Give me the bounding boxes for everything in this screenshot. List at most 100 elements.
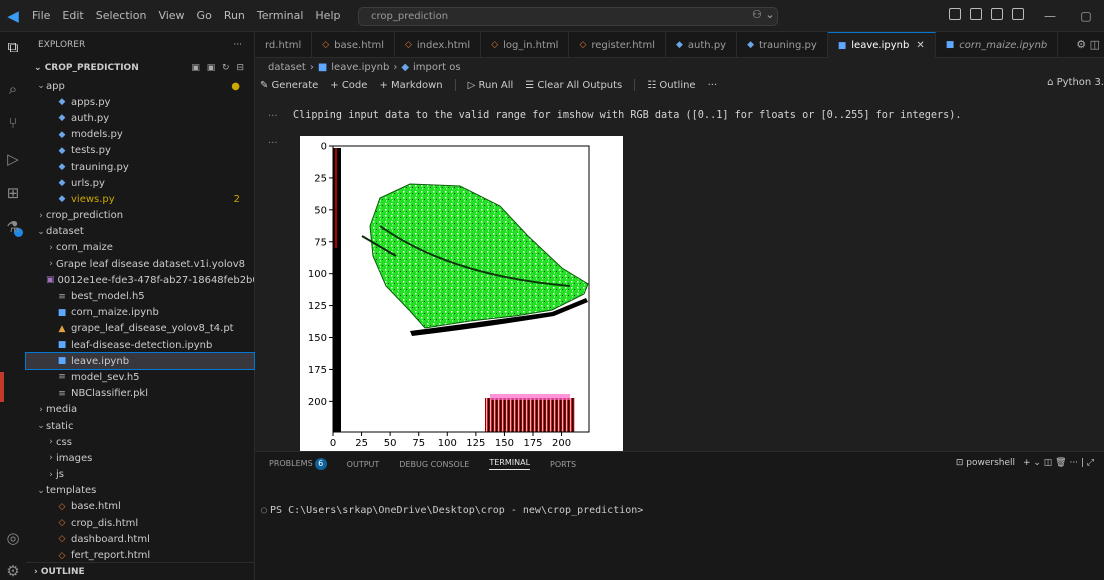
add-code-button[interactable]: + Code [330,80,367,91]
toolbar-more-icon[interactable]: ··· [708,80,718,91]
tab-output[interactable]: OUTPUT [347,460,380,469]
explorer-more-icon[interactable]: ··· [233,40,242,50]
file-tree-item[interactable]: ≡ NBClassifier.pkl [26,386,254,402]
file-tree-item[interactable]: ■ leave.ipynb [25,352,255,371]
file-tree-item[interactable]: ⌄ app ● [26,78,254,94]
editor-tab[interactable]: ◇ base.html [312,32,395,58]
file-tree-item[interactable]: ◇ crop_dis.html [26,515,254,531]
editor-tab[interactable]: ◆ trauning.py [737,32,828,58]
settings-gear-icon[interactable]: ⚙ [4,562,22,580]
menu-selection[interactable]: Selection [90,9,153,22]
clear-outputs-button[interactable]: ☰ Clear All Outputs [525,80,622,91]
extensions-icon[interactable]: ⊞ [4,184,22,202]
python-cell-icon: ◆ [401,61,410,73]
file-tree-label: auth.py [71,112,110,124]
project-section[interactable]: ⌄ CROP_PREDICTION ▣ ▣ ↻ ⊟ [26,58,254,78]
menu-help[interactable]: Help [309,9,346,22]
output-more-icon[interactable]: ··· [268,138,278,149]
file-tree-item[interactable]: ■ corn_maize.ipynb [26,305,254,321]
copilot-icon[interactable]: ⚇ ⌄ [752,8,775,21]
file-tree-item[interactable]: ≡ model_sev.h5 [26,369,254,385]
file-tree-item[interactable]: › media [26,402,254,418]
file-tree-label: static [46,420,74,432]
file-tree-item[interactable]: ⌄ templates [26,483,254,499]
breadcrumb-cell[interactable]: import os [413,62,461,73]
file-tree-item[interactable]: › crop_prediction [26,208,254,224]
generate-button[interactable]: ✎ Generate [260,80,318,91]
toggle-secondary-sidebar-icon[interactable] [1012,8,1024,20]
file-tree-item[interactable]: › css [26,434,254,450]
outline-button[interactable]: ☷ Outline [647,80,695,91]
toggle-panel-icon[interactable] [991,8,1003,20]
file-tree-item[interactable]: ◆ models.py [26,127,254,143]
toggle-sidebar-icon[interactable] [970,8,982,20]
add-markdown-button[interactable]: + Markdown [379,80,442,91]
terminal-action-icons[interactable]: + ⌄ ◫ 🗑 ··· | ⤢ [1023,458,1094,468]
stem-blob-top [490,394,570,400]
tab-terminal[interactable]: TERMINAL [489,458,531,470]
menu-go[interactable]: Go [191,9,218,22]
tab-problems[interactable]: PROBLEMS 6 [269,458,327,470]
tab-debug-console[interactable]: DEBUG CONSOLE [399,460,469,469]
terminal-shell-selector[interactable]: ⊡ powershell [956,458,1015,468]
file-tree-item[interactable]: ◇ dashboard.html [26,531,254,547]
file-tree-item[interactable]: ⌄ dataset [26,224,254,240]
kernel-selector[interactable]: ⌂ Python 3. [1047,77,1104,88]
y-tick-label: 0 [321,142,327,153]
file-tree-item[interactable]: ◆ views.py 2 [26,191,254,207]
file-tree-item[interactable]: ◆ trauning.py [26,159,254,175]
y-tick-label: 100 [308,269,327,280]
file-tree-item[interactable]: ◇ base.html [26,499,254,515]
file-tree-item[interactable]: ≡ best_model.h5 [26,288,254,304]
editor-actions-icon[interactable]: ⚙ ◫ [1076,38,1100,51]
testing-icon[interactable]: ⚗ [4,218,22,236]
file-tree-item[interactable]: ■ leaf-disease-detection.ipynb [26,337,254,353]
tab-ports[interactable]: PORTS [550,460,576,469]
layout-customize-icon[interactable] [949,8,961,20]
title-bar: ◀ File Edit Selection View Go Run Termin… [0,0,1104,32]
file-tree-label: NBClassifier.pkl [71,388,148,400]
menu-view[interactable]: View [152,9,190,22]
minimize-icon[interactable]: — [1032,0,1068,32]
menu-terminal[interactable]: Terminal [251,9,310,22]
chevron-right-icon: › [49,453,53,464]
breadcrumb-file[interactable]: leave.ipynb [331,62,389,73]
plot-figure: 0 25 50 75 100 125 150 175 200 0 25 50 75 100 125 150 1… [300,136,623,454]
editor-tab[interactable]: ◇ register.html [569,32,666,58]
file-tree-item[interactable]: ▲ grape_leaf_disease_yolov8_t4.pt [26,321,254,337]
file-tree-item[interactable]: ◆ urls.py [26,175,254,191]
editor-tab[interactable]: ◆ auth.py [666,32,738,58]
source-control-icon[interactable]: ⑂ [4,114,22,132]
file-tree-item[interactable]: ◆ tests.py [26,143,254,159]
command-center-search[interactable]: crop_prediction [358,7,778,26]
file-tree-item[interactable]: › js [26,467,254,483]
run-debug-icon[interactable]: ▷ [4,150,22,168]
terminal-prompt[interactable]: ○ PS C:\Users\srkap\OneDrive\Desktop\crop… [261,505,643,516]
tab-label: corn_maize.ipynb [959,39,1048,51]
menu-file[interactable]: File [26,9,56,22]
account-icon[interactable]: ◎ [4,529,22,547]
breadcrumb-folder[interactable]: dataset [268,62,306,73]
file-tree-item[interactable]: › images [26,450,254,466]
file-tree-item[interactable]: ⌄ static [26,418,254,434]
editor-tab[interactable]: ◇ index.html [395,32,482,58]
outline-section[interactable]: › OUTLINE [26,562,254,580]
close-tab-icon[interactable]: ✕ [916,40,924,51]
menu-run[interactable]: Run [218,9,251,22]
search-icon[interactable]: ⌕ [4,80,22,98]
file-tree-item[interactable]: › corn_maize [26,240,254,256]
file-tree-item[interactable]: ▣0012e1ee-fde3-478f-ab27-18648feb2b05_..… [26,272,254,288]
editor-tab[interactable]: rd.html [255,32,313,58]
output-more-icon[interactable]: ··· [268,111,278,122]
run-all-button[interactable]: ▷ Run All [468,80,514,91]
editor-tab[interactable]: ■ corn_maize.ipynb [936,32,1059,58]
editor-tab[interactable]: ■ leave.ipynb ✕ [827,32,936,58]
file-tree-item[interactable]: ◆ apps.py [26,94,254,110]
file-tree-item[interactable]: › Grape leaf disease dataset.v1i.yolov8 [26,256,254,272]
menu-edit[interactable]: Edit [56,9,89,22]
file-tree-item[interactable]: ◆ auth.py [26,110,254,126]
explorer-actions[interactable]: ▣ ▣ ↻ ⊟ [191,63,246,73]
editor-tab[interactable]: ◇ log_in.html [481,32,570,58]
maximize-icon[interactable]: ▢ [1068,0,1104,32]
explorer-icon[interactable]: ⧉ [4,38,22,56]
